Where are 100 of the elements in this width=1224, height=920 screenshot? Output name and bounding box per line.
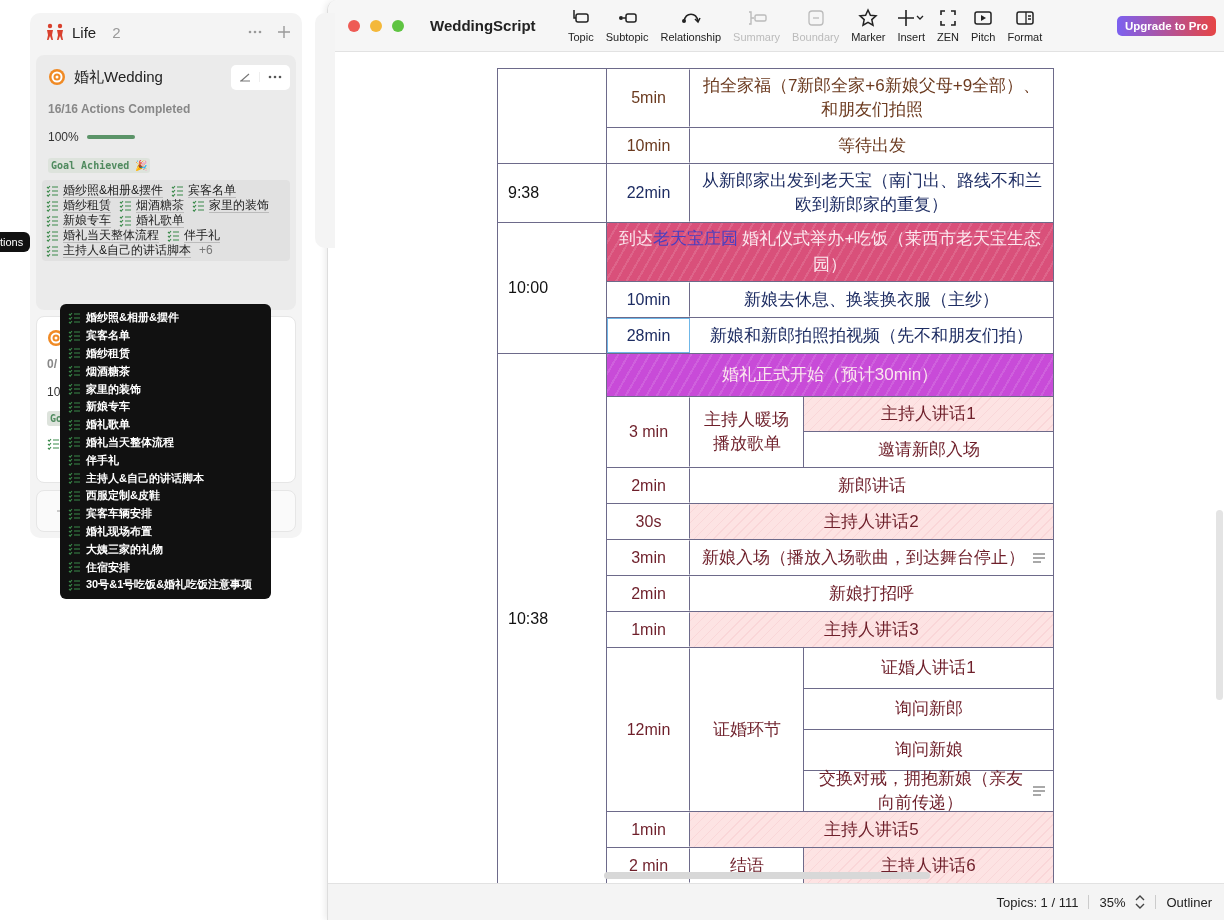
table-cell-text: 从新郎家出发到老天宝（南门出、路线不和兰欧到新郎家的重复）: [700, 170, 1043, 216]
zoom-level[interactable]: 35%: [1099, 894, 1126, 910]
tooltip-item: 婚礼现场布置: [86, 523, 152, 539]
tooltip-item: 30号&1号吃饭&婚礼吃饭注意事项: [86, 577, 253, 593]
table-cell: 询问新郎: [804, 689, 1053, 730]
marker-button[interactable]: Marker: [845, 8, 892, 43]
boundary-icon: [805, 8, 826, 28]
duration-cell[interactable]: 12min: [607, 648, 690, 811]
action-link[interactable]: 婚礼歌单: [136, 213, 184, 228]
bracket-icon: [746, 8, 767, 28]
progress-text: 0/: [47, 357, 57, 371]
tooltip-item: 大姨三家的礼物: [86, 541, 163, 557]
pitch-button[interactable]: Pitch: [964, 8, 1002, 43]
horizontal-scrollbar[interactable]: [604, 872, 930, 879]
insert-button[interactable]: Insert: [891, 8, 931, 43]
duration-cell[interactable]: 10min: [607, 128, 690, 163]
checklist-icon: [68, 543, 80, 556]
vertical-scrollbar[interactable]: [1216, 510, 1223, 700]
upgrade-button[interactable]: Upgrade to Pro: [1116, 15, 1216, 36]
window-title: WeddingScript: [430, 17, 537, 34]
action-link[interactable]: 主持人&自己的讲话脚本: [63, 243, 191, 258]
close-button[interactable]: [348, 19, 360, 32]
table-cell: 询问新娘: [804, 730, 1053, 771]
checklist-icon: [171, 184, 183, 197]
topic-button[interactable]: Topic: [562, 8, 600, 43]
format-button[interactable]: Format: [1001, 8, 1049, 43]
more-count[interactable]: +6: [199, 243, 213, 258]
action-link[interactable]: 婚纱照&相册&摆件: [63, 183, 163, 198]
tooltip-item: 婚礼当天整体流程: [86, 434, 174, 450]
checklist-icon: [68, 365, 80, 378]
checklist-icon: [46, 244, 58, 257]
checklist-icon: [68, 454, 80, 467]
plus-icon: [898, 8, 925, 28]
action-link[interactable]: 婚礼当天整体流程: [63, 228, 159, 243]
duration-cell[interactable]: 5min: [607, 69, 690, 127]
time-text: 9:38: [508, 184, 540, 202]
column-count: 2: [112, 23, 121, 41]
checklist-icon: [46, 229, 58, 242]
tooltip-item: 婚礼歌单: [86, 417, 130, 433]
subtopic-button[interactable]: Subtopic: [599, 8, 655, 43]
goal-card[interactable]: 婚礼Wedding 16/16 Actions Completed 100% Goal Achieved 🎉 婚纱照&相册&摆件 宾客名单 婚纱租赁 烟酒糖茶 家里的装饰 新娘专车 婚礼歌单 婚礼当天整体流程 伴手礼 主持人&自己的讲话脚本 +6: [36, 55, 296, 310]
notes-icon: [1033, 786, 1045, 796]
checklist-icon: [68, 418, 80, 431]
table-cell: 主持人讲话2: [690, 504, 1053, 539]
action-link[interactable]: 烟酒糖茶: [136, 198, 184, 213]
tooltip-item: 新娘专车: [86, 399, 130, 415]
action-link[interactable]: 宾客名单: [188, 183, 236, 198]
checklist-icon: [68, 507, 80, 520]
table-cell: 主持人讲话1: [804, 397, 1053, 432]
duration-cell[interactable]: 2min: [607, 468, 690, 503]
tooltip-item: 住宿安排: [86, 559, 130, 575]
checklist-icon: [46, 214, 58, 227]
banner-text: 到达老天宝庄园 婚礼仪式举办+吃饭（莱西市老天宝生态园）: [617, 228, 1043, 276]
notes-icon: [1033, 552, 1045, 563]
tooltip-item: 宾客车辆安排: [86, 506, 152, 522]
goal-badge: Goal Achieved 🎉: [48, 158, 151, 173]
cell-text: 交换对戒，拥抱新娘（亲友向前传递）: [817, 768, 1024, 814]
checklist-icon: [167, 229, 179, 242]
duration-cell[interactable]: 3min: [607, 540, 690, 575]
tooltip-item: 主持人&自己的讲话脚本: [86, 470, 204, 486]
duration-cell[interactable]: 28min: [607, 318, 690, 353]
duration-cell[interactable]: 22min: [607, 164, 690, 222]
cell-text: 新娘入场（播放入场歌曲，到达舞台停止）: [702, 546, 1025, 569]
duration-cell[interactable]: 2min: [607, 576, 690, 611]
action-link[interactable]: 新娘专车: [63, 213, 111, 228]
tooltip-item: 家里的装饰: [86, 381, 141, 397]
action-link[interactable]: 伴手礼: [184, 228, 220, 243]
table-cell-text: 新娘去休息、换装换衣服（主纱）: [743, 288, 1000, 311]
zoom-button[interactable]: [392, 19, 404, 32]
checklist-icon: [68, 525, 80, 538]
relationship-button[interactable]: Relationship: [654, 8, 728, 43]
outliner-button[interactable]: Outliner: [1166, 894, 1212, 910]
tooltip: tions: [0, 232, 31, 252]
column-title: Life: [72, 23, 97, 41]
banner-text: 婚礼正式开始（预计30min）: [721, 364, 939, 386]
checklist-icon: [68, 347, 80, 360]
stepper-icon[interactable]: [1135, 894, 1146, 910]
target-icon: [48, 68, 66, 86]
checklist-icon: [68, 383, 80, 396]
table-cell: 证婚环节: [690, 648, 804, 811]
duration-cell[interactable]: 10min: [607, 282, 690, 317]
time-text: 10:38: [508, 609, 549, 628]
table-cell-text: 新郎讲话: [836, 474, 907, 497]
checklist-icon: [68, 578, 80, 591]
minimize-button[interactable]: [370, 19, 382, 32]
plus-icon[interactable]: [278, 26, 290, 38]
tooltip-item: 烟酒糖茶: [86, 363, 130, 379]
checklist-icon: [68, 436, 80, 449]
action-link[interactable]: 婚纱租赁: [63, 198, 111, 213]
people-icon: [44, 23, 66, 41]
checklist-icon: [119, 214, 131, 227]
table-cell: 主持人讲话5: [690, 812, 1053, 847]
zen-button[interactable]: ZEN: [930, 8, 965, 43]
checklist-icon: [47, 438, 59, 450]
percent-text: 10: [47, 385, 61, 399]
tooltip-item: 伴手礼: [86, 452, 119, 468]
table-cell: 主持人讲话3: [690, 612, 1053, 647]
percent-text: 100%: [48, 130, 79, 144]
duration-cell[interactable]: 3 min: [607, 397, 690, 467]
action-link[interactable]: 家里的装饰: [209, 198, 269, 213]
